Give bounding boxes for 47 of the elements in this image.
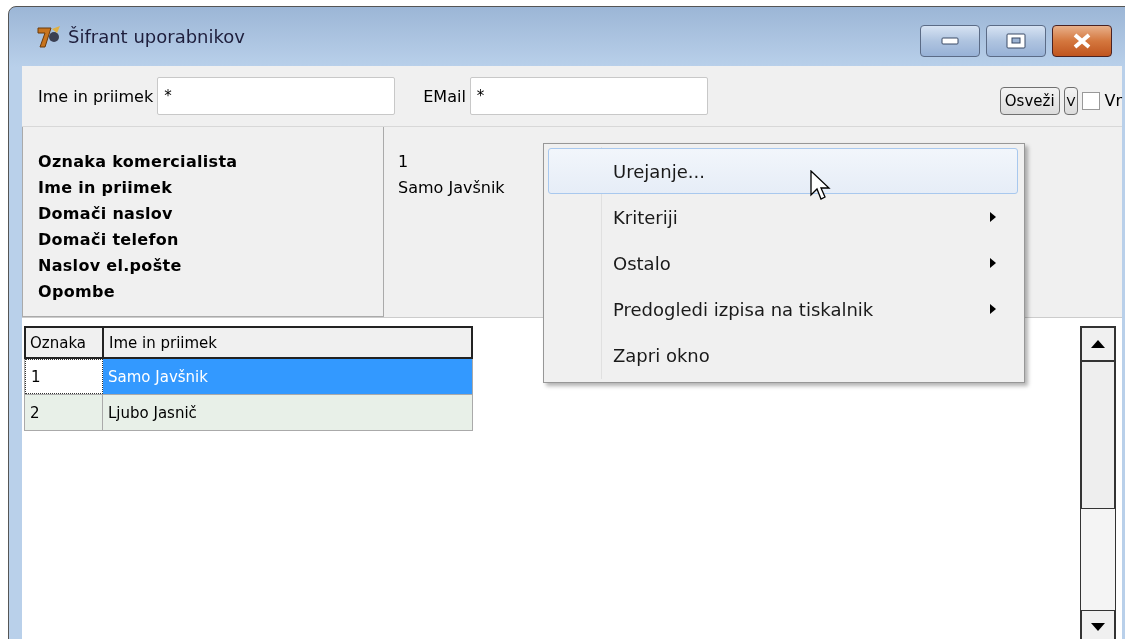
menu-item[interactable]: Predogledi izpisa na tiskalnik [548,286,1018,332]
column-header[interactable]: Ime in priimek [104,328,471,357]
menu-item[interactable]: Zapri okno [548,332,1018,378]
scroll-up-button[interactable] [1081,327,1115,361]
field-value: Samo Javšnik [398,177,505,199]
app-icon [36,24,62,49]
minimize-icon [941,37,959,45]
field-label: Naslov el.pošte [38,255,183,277]
menu-item[interactable]: Ostalo [548,240,1018,286]
field-label: Oznaka komercialista [38,151,239,173]
filter-label: Ime in priimek [38,86,154,106]
checkbox[interactable] [1082,92,1101,110]
close-icon [1071,33,1093,49]
maximize-button[interactable] [986,25,1046,57]
checkbox-label: Vr [1104,90,1122,110]
window-title: Šifrant uporabnikov [68,26,245,47]
table-cell: Samo Javšnik [103,359,472,394]
table-row[interactable]: 1 Samo Javšnik [24,359,473,395]
menu-item[interactable]: Urejanje... [548,148,1018,194]
filter-field[interactable]: * [469,77,708,115]
column-header[interactable]: Oznaka [26,328,104,357]
scrollbar[interactable] [1080,326,1116,639]
submenu-arrow-icon [989,211,997,223]
refresh-button[interactable]: Osveži [999,87,1060,115]
filter-field[interactable]: * [157,77,396,115]
scroll-down-button[interactable] [1081,610,1115,639]
close-button[interactable] [1052,25,1112,57]
table-cell-text: Ljubo Jasnič [107,402,198,424]
filter-label: EMail [423,86,466,106]
field-label: Ime in priimek [38,177,174,199]
table-cell: 1 [25,359,103,394]
table-cell: 2 [25,395,103,430]
field-label: Domači naslov [38,203,174,225]
mouse-pointer-icon [810,170,832,202]
up-arrow-icon [1090,339,1106,349]
submenu-arrow-icon [989,257,997,269]
scroll-thumb[interactable] [1081,361,1115,509]
table-row[interactable]: 2 Ljubo Jasnič [24,395,473,431]
menu-item[interactable]: Kriteriji [548,194,1018,240]
field-label: Domači telefon [38,229,180,251]
v-button[interactable]: V [1063,87,1079,115]
minimize-button[interactable] [920,25,980,57]
down-arrow-icon [1090,622,1106,632]
field-value: 1 [398,151,410,173]
maximize-icon [1006,33,1026,49]
field-label: Opombe [38,281,116,303]
submenu-arrow-icon [989,303,997,315]
